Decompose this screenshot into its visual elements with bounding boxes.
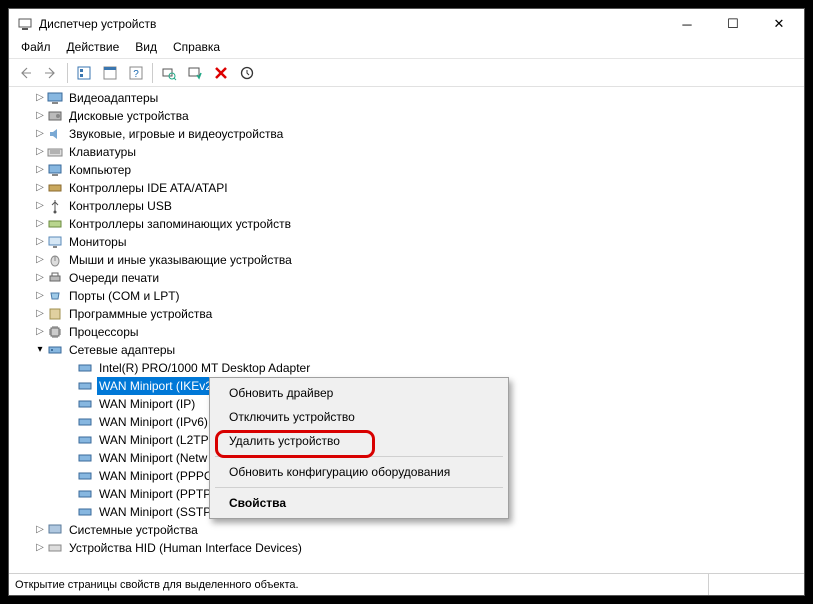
storage-icon: [47, 216, 63, 232]
category-network[interactable]: ▾Сетевые адаптеры: [11, 341, 802, 359]
monitor-icon: [47, 234, 63, 250]
network-icon: [77, 414, 93, 430]
menu-view[interactable]: Вид: [127, 39, 165, 58]
toolbar: ?: [9, 59, 804, 87]
network-icon: [77, 450, 93, 466]
window-title: Диспетчер устройств: [39, 17, 664, 31]
app-icon: [17, 16, 33, 32]
category-hid[interactable]: ▷Устройства HID (Human Interface Devices…: [11, 539, 802, 557]
context-menu: Обновить драйвер Отключить устройство Уд…: [209, 377, 509, 519]
status-bar: Открытие страницы свойств для выделенног…: [9, 573, 804, 595]
category-usb[interactable]: ▷Контроллеры USB: [11, 197, 802, 215]
svg-text:?: ?: [133, 69, 139, 80]
network-icon: [77, 468, 93, 484]
network-icon: [47, 342, 63, 358]
network-icon: [77, 432, 93, 448]
system-icon: [47, 522, 63, 538]
cpu-icon: [47, 324, 63, 340]
ctx-uninstall-device[interactable]: Удалить устройство: [213, 429, 505, 453]
network-adapter-item[interactable]: Intel(R) PRO/1000 MT Desktop Adapter: [11, 359, 802, 377]
category-software[interactable]: ▷Программные устройства: [11, 305, 802, 323]
ctx-properties[interactable]: Свойства: [213, 491, 505, 515]
network-icon: [77, 378, 93, 394]
status-cell: [708, 574, 798, 595]
titlebar[interactable]: Диспетчер устройств ─ ☐ ✕: [9, 9, 804, 39]
category-audio[interactable]: ▷Звуковые, игровые и видеоустройства: [11, 125, 802, 143]
printer-icon: [47, 270, 63, 286]
port-icon: [47, 288, 63, 304]
ctx-disable-device[interactable]: Отключить устройство: [213, 405, 505, 429]
network-icon: [77, 396, 93, 412]
mouse-icon: [47, 252, 63, 268]
category-storage[interactable]: ▷Контроллеры запоминающих устройств: [11, 215, 802, 233]
category-monitors[interactable]: ▷Мониторы: [11, 233, 802, 251]
status-text: Открытие страницы свойств для выделенног…: [15, 579, 708, 591]
network-icon: [77, 360, 93, 376]
device-manager-window: Диспетчер устройств ─ ☐ ✕ Файл Действие …: [8, 8, 805, 596]
category-ide[interactable]: ▷Контроллеры IDE ATA/ATAPI: [11, 179, 802, 197]
usb-icon: [47, 198, 63, 214]
category-system[interactable]: ▷Системные устройства: [11, 521, 802, 539]
back-button[interactable]: [13, 61, 37, 85]
category-cpu[interactable]: ▷Процессоры: [11, 323, 802, 341]
help-button[interactable]: ?: [124, 61, 148, 85]
disk-icon: [47, 108, 63, 124]
close-button[interactable]: ✕: [756, 9, 802, 39]
toolbar-separator: [67, 63, 68, 83]
forward-button[interactable]: [39, 61, 63, 85]
category-video[interactable]: ▷Видеоадаптеры: [11, 89, 802, 107]
audio-icon: [47, 126, 63, 142]
keyboard-icon: [47, 144, 63, 160]
ide-icon: [47, 180, 63, 196]
software-icon: [47, 306, 63, 322]
ctx-update-driver[interactable]: Обновить драйвер: [213, 381, 505, 405]
scan-hardware-button[interactable]: [157, 61, 181, 85]
display-icon: [47, 90, 63, 106]
menu-help[interactable]: Справка: [165, 39, 228, 58]
minimize-button[interactable]: ─: [664, 9, 710, 39]
maximize-button[interactable]: ☐: [710, 9, 756, 39]
ctx-scan-hardware[interactable]: Обновить конфигурацию оборудования: [213, 460, 505, 484]
category-print[interactable]: ▷Очереди печати: [11, 269, 802, 287]
properties-button[interactable]: [98, 61, 122, 85]
network-icon: [77, 504, 93, 520]
context-separator: [215, 487, 503, 488]
enable-button[interactable]: [183, 61, 207, 85]
device-tree-container[interactable]: ▷Видеоадаптеры ▷Дисковые устройства ▷Зву…: [9, 87, 804, 573]
context-separator: [215, 456, 503, 457]
category-mice[interactable]: ▷Мыши и иные указывающие устройства: [11, 251, 802, 269]
hid-icon: [47, 540, 63, 556]
category-keyboards[interactable]: ▷Клавиатуры: [11, 143, 802, 161]
category-ports[interactable]: ▷Порты (COM и LPT): [11, 287, 802, 305]
category-computer[interactable]: ▷Компьютер: [11, 161, 802, 179]
menubar: Файл Действие Вид Справка: [9, 39, 804, 59]
uninstall-button[interactable]: [209, 61, 233, 85]
update-driver-button[interactable]: [235, 61, 259, 85]
category-disks[interactable]: ▷Дисковые устройства: [11, 107, 802, 125]
toolbar-separator: [152, 63, 153, 83]
show-hide-tree-button[interactable]: [72, 61, 96, 85]
computer-icon: [47, 162, 63, 178]
menu-file[interactable]: Файл: [13, 39, 59, 58]
network-icon: [77, 486, 93, 502]
menu-action[interactable]: Действие: [59, 39, 128, 58]
